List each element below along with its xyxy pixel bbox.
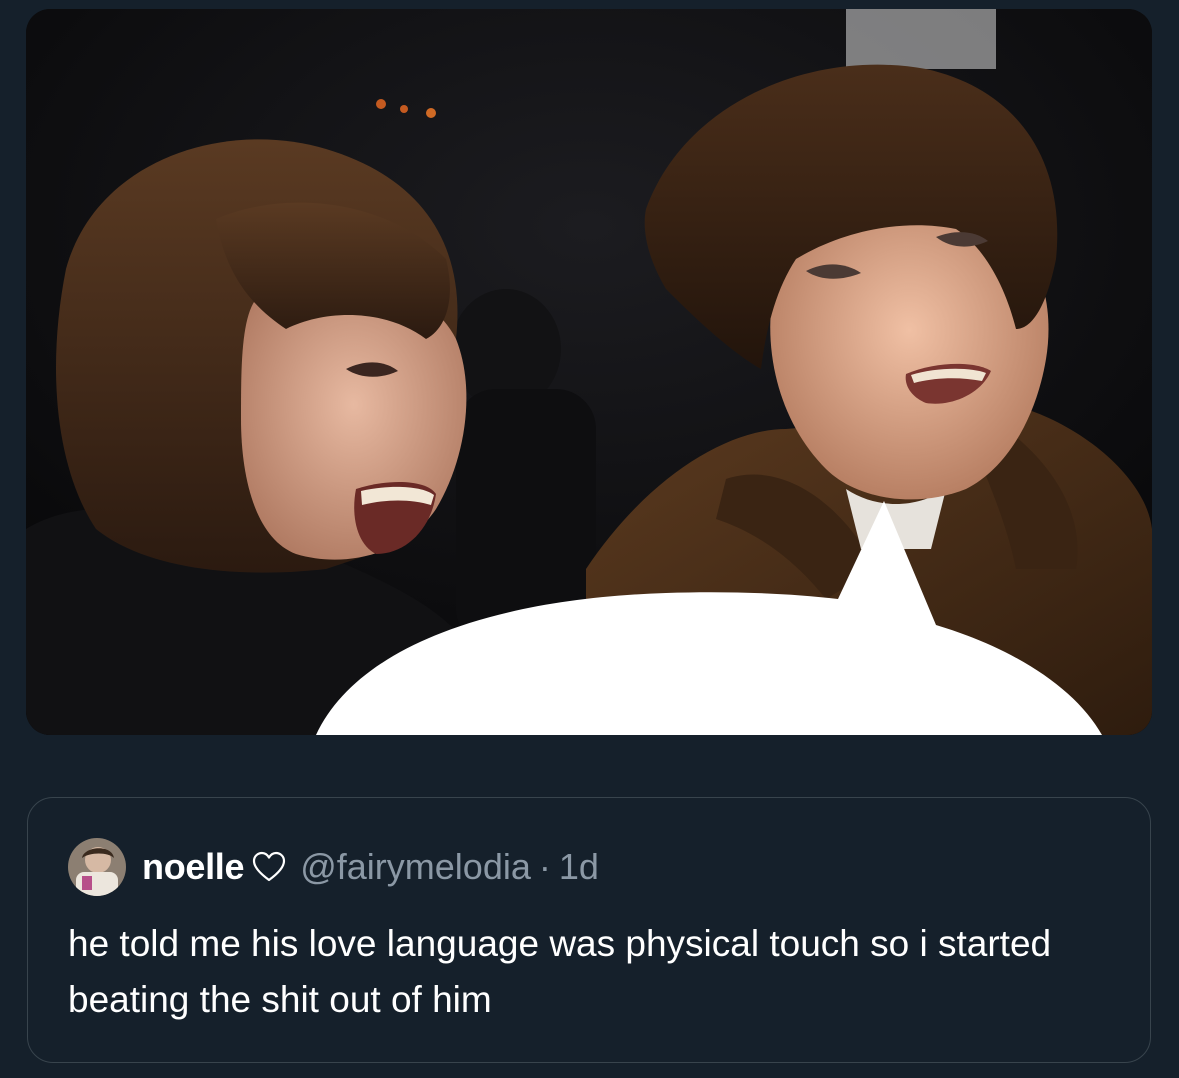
tweet-view: noelle @fairymelodia · 1d he told me his… (0, 0, 1179, 1078)
photo-image (26, 9, 1152, 735)
timestamp[interactable]: 1d (559, 846, 599, 888)
white-heart-icon (252, 851, 286, 883)
user-handle[interactable]: @fairymelodia (300, 846, 531, 888)
quoted-tweet-card[interactable]: noelle @fairymelodia · 1d he told me his… (27, 797, 1151, 1063)
avatar-image (68, 838, 126, 896)
display-name[interactable]: noelle (142, 846, 245, 888)
quoted-tweet-header: noelle @fairymelodia · 1d (68, 838, 599, 896)
avatar[interactable] (68, 838, 126, 896)
separator-dot: · (538, 846, 551, 887)
tweet-photo[interactable] (26, 9, 1152, 735)
quoted-tweet-text: he told me his love language was physica… (68, 923, 1052, 1020)
